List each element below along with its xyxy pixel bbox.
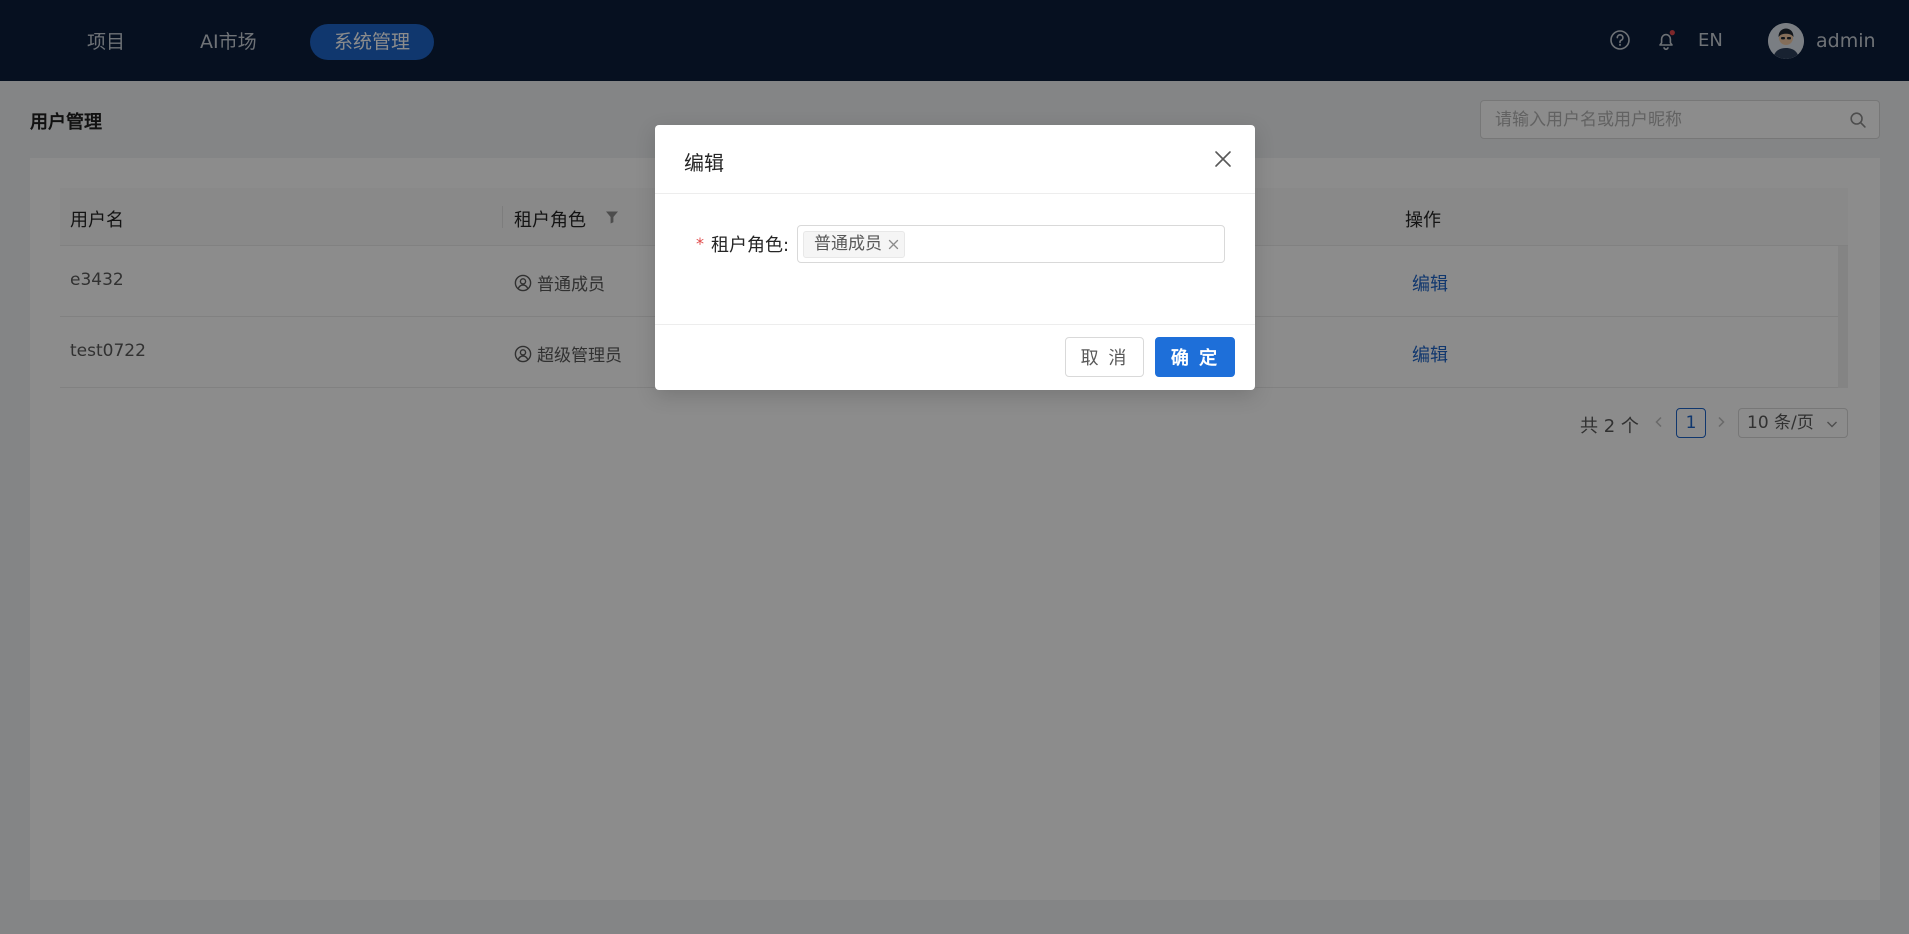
tenant-role-select[interactable]: 普通成员 — [797, 225, 1225, 263]
tenant-role-label: 租户角色: — [711, 235, 790, 256]
tenant-role-form-row: * 租户角色: 普通成员 — [655, 225, 1255, 263]
tag-remove-icon[interactable] — [888, 239, 899, 250]
selected-role-tag-label: 普通成员 — [814, 234, 882, 254]
confirm-button[interactable]: 确 定 — [1155, 337, 1235, 377]
modal-title: 编辑 — [684, 151, 724, 175]
cancel-button[interactable]: 取 消 — [1065, 337, 1144, 377]
modal-footer: 取 消 确 定 — [655, 324, 1255, 390]
required-asterisk: * — [696, 234, 704, 253]
selected-role-tag: 普通成员 — [803, 231, 905, 258]
edit-modal: 编辑 * 租户角色: 普通成员 取 消 确 定 — [655, 125, 1255, 390]
close-icon[interactable] — [1213, 149, 1233, 169]
modal-header: 编辑 — [655, 125, 1255, 194]
